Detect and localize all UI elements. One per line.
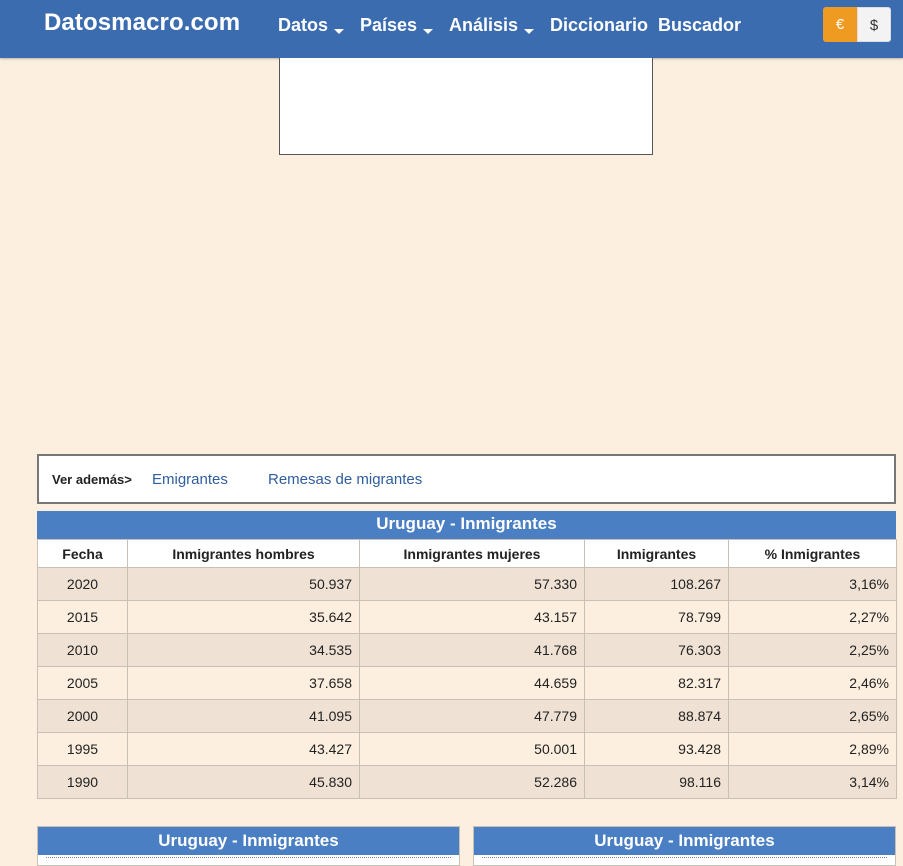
column-header-fecha[interactable]: Fecha [37, 539, 128, 568]
cell-mujeres: 41.768 [359, 633, 585, 667]
table-row: 2000 41.095 47.779 88.874 2,65% [37, 699, 897, 733]
cell-porcentaje: 3,16% [728, 567, 897, 601]
chart-area [46, 857, 451, 865]
cell-mujeres: 43.157 [359, 600, 585, 634]
cell-mujeres: 52.286 [359, 765, 585, 799]
cell-fecha: 2005 [37, 666, 128, 700]
nav-item-paises[interactable]: Países [360, 15, 434, 36]
table-row: 2010 34.535 41.768 76.303 2,25% [37, 633, 897, 667]
site-logo[interactable]: Datosmacro.com [44, 9, 240, 37]
ad-placeholder [279, 58, 653, 155]
see-also-link-emigrantes[interactable]: Emigrantes [152, 471, 228, 488]
cell-inmigrantes: 98.116 [584, 765, 729, 799]
cell-porcentaje: 2,27% [728, 600, 897, 634]
nav-item-label: Análisis [449, 15, 519, 35]
chart-area [482, 857, 887, 865]
cell-porcentaje: 3,14% [728, 765, 897, 799]
cell-hombres: 37.658 [127, 666, 360, 700]
cell-porcentaje: 2,65% [728, 699, 897, 733]
cell-mujeres: 57.330 [359, 567, 585, 601]
nav-item-label: Diccionario [550, 15, 649, 35]
currency-eur-button[interactable]: € [823, 7, 857, 42]
column-header-mujeres[interactable]: Inmigrantes mujeres [359, 539, 585, 568]
cell-hombres: 45.830 [127, 765, 360, 799]
cell-mujeres: 50.001 [359, 732, 585, 766]
cell-hombres: 50.937 [127, 567, 360, 601]
immigrants-table: Fecha Inmigrantes hombres Inmigrantes mu… [37, 539, 897, 799]
table-header-row: Fecha Inmigrantes hombres Inmigrantes mu… [37, 539, 897, 568]
cell-inmigrantes: 108.267 [584, 567, 729, 601]
cell-hombres: 35.642 [127, 600, 360, 634]
chart-panel-right: Uruguay - Inmigrantes [473, 826, 896, 866]
cell-mujeres: 47.779 [359, 699, 585, 733]
currency-usd-button[interactable]: $ [857, 7, 891, 42]
cell-fecha: 1990 [37, 765, 128, 799]
table-row: 2020 50.937 57.330 108.267 3,16% [37, 567, 897, 601]
chart-panel-left: Uruguay - Inmigrantes [37, 826, 460, 866]
table-row: 1990 45.830 52.286 98.116 3,14% [37, 765, 897, 799]
cell-hombres: 43.427 [127, 732, 360, 766]
nav-item-label: Buscador [658, 15, 742, 35]
cell-inmigrantes: 88.874 [584, 699, 729, 733]
column-header-hombres[interactable]: Inmigrantes hombres [127, 539, 360, 568]
table-row: 1995 43.427 50.001 93.428 2,89% [37, 732, 897, 766]
column-header-porcentaje[interactable]: % Inmigrantes [728, 539, 897, 568]
nav-item-datos[interactable]: Datos [278, 15, 345, 36]
cell-fecha: 2015 [37, 600, 128, 634]
cell-hombres: 34.535 [127, 633, 360, 667]
nav-item-label: Países [360, 15, 418, 35]
cell-inmigrantes: 82.317 [584, 666, 729, 700]
cell-fecha: 2020 [37, 567, 128, 601]
cell-hombres: 41.095 [127, 699, 360, 733]
table-title: Uruguay - Inmigrantes [37, 511, 896, 539]
cell-porcentaje: 2,25% [728, 633, 897, 667]
table-row: 2005 37.658 44.659 82.317 2,46% [37, 666, 897, 700]
immigrants-table-section: Uruguay - Inmigrantes Fecha Inmigrantes … [37, 511, 897, 799]
cell-fecha: 1995 [37, 732, 128, 766]
chevron-down-icon [423, 29, 434, 34]
chart-panel-title: Uruguay - Inmigrantes [474, 827, 895, 855]
cell-fecha: 2000 [37, 699, 128, 733]
cell-fecha: 2010 [37, 633, 128, 667]
see-also-label: Ver además> [52, 472, 132, 487]
top-nav-bar: Datosmacro.com Datos Países Análisis Dic… [0, 0, 903, 58]
column-header-inmigrantes[interactable]: Inmigrantes [584, 539, 729, 568]
cell-inmigrantes: 78.799 [584, 600, 729, 634]
table-row: 2015 35.642 43.157 78.799 2,27% [37, 600, 897, 634]
cell-mujeres: 44.659 [359, 666, 585, 700]
nav-item-buscador[interactable]: Buscador [658, 15, 741, 36]
nav-item-analisis[interactable]: Análisis [449, 15, 535, 36]
see-also-link-remesas[interactable]: Remesas de migrantes [268, 471, 422, 488]
cell-porcentaje: 2,89% [728, 732, 897, 766]
nav-item-diccionario[interactable]: Diccionario [550, 15, 648, 36]
chart-panel-title: Uruguay - Inmigrantes [38, 827, 459, 855]
see-also-box: Ver además> Emigrantes Remesas de migran… [37, 454, 896, 504]
nav-item-label: Datos [278, 15, 329, 35]
cell-porcentaje: 2,46% [728, 666, 897, 700]
chevron-down-icon [334, 29, 345, 34]
cell-inmigrantes: 93.428 [584, 732, 729, 766]
chevron-down-icon [524, 29, 535, 34]
cell-inmigrantes: 76.303 [584, 633, 729, 667]
